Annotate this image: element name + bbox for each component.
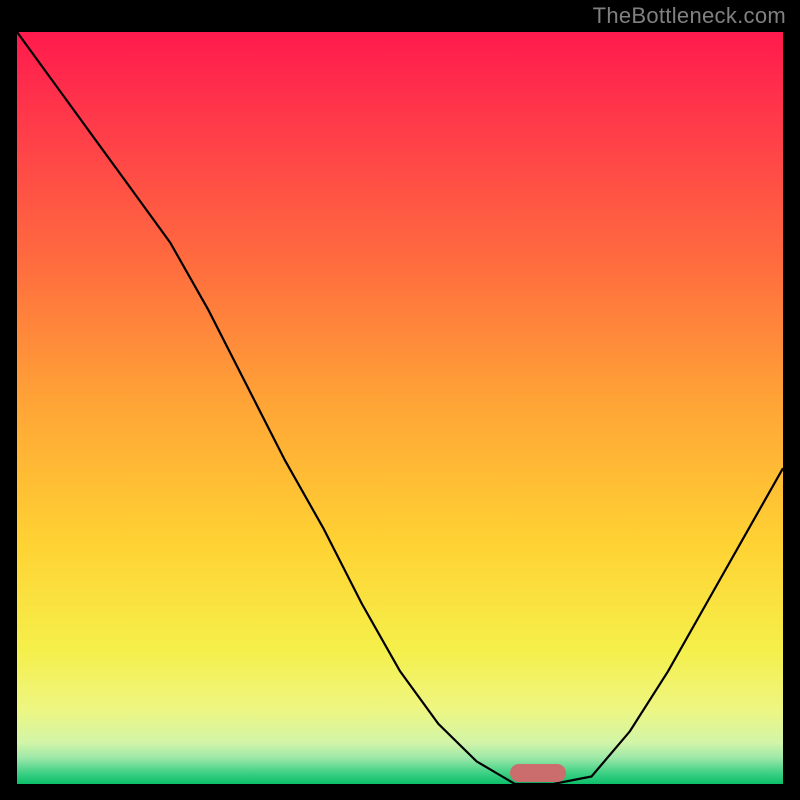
optimal-point-marker bbox=[510, 764, 566, 782]
chart-gradient-background bbox=[17, 32, 783, 784]
y-axis-line bbox=[15, 32, 17, 786]
watermark-text: TheBottleneck.com bbox=[593, 3, 786, 29]
chart-plot-area bbox=[15, 32, 785, 786]
x-axis-line bbox=[15, 784, 785, 786]
